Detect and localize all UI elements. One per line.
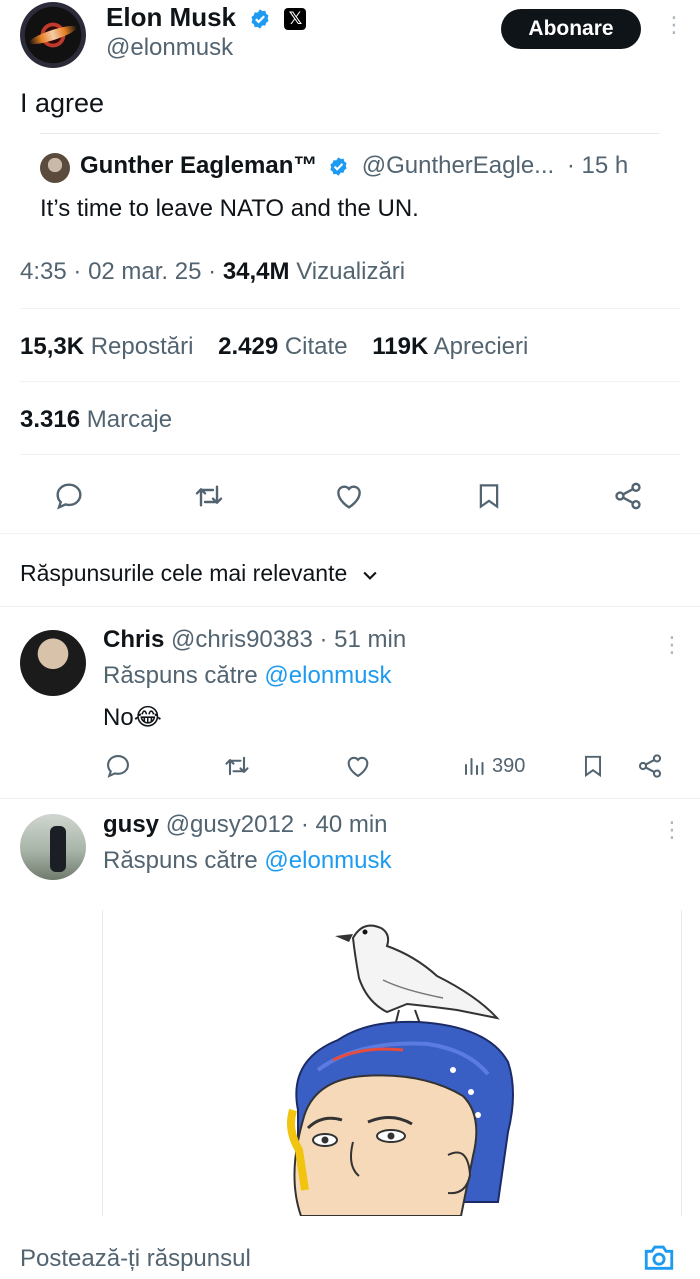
like-icon bbox=[347, 756, 369, 778]
author-handle[interactable]: @elonmusk bbox=[106, 34, 233, 62]
bookmark-button[interactable] bbox=[580, 749, 606, 783]
engagement-stats: 15,3K Repostări 2.429 Citate 119K Apreci… bbox=[20, 333, 528, 361]
reposts-stat[interactable]: 15,3K Repostări bbox=[20, 333, 193, 360]
section-divider bbox=[0, 606, 700, 607]
quote-divider bbox=[40, 133, 660, 134]
reply-to-handle[interactable]: @elonmusk bbox=[264, 662, 391, 689]
replies-sort-label: Răspunsurile cele mai relevante bbox=[20, 560, 348, 586]
bookmark-icon bbox=[584, 755, 602, 778]
like-icon bbox=[337, 485, 361, 509]
reply-header[interactable]: Chris @chris90383 · 51 min bbox=[103, 626, 406, 654]
quote-time: · 15 h bbox=[566, 152, 629, 179]
camera-icon bbox=[644, 1245, 674, 1270]
author-avatar[interactable] bbox=[20, 2, 86, 68]
share-icon bbox=[638, 754, 662, 778]
quote-text[interactable]: It’s time to leave NATO and the UN. bbox=[40, 195, 419, 223]
share-button[interactable] bbox=[636, 749, 664, 783]
reposts-label: Repostări bbox=[90, 333, 194, 360]
reply-to-handle[interactable]: @elonmusk bbox=[264, 847, 391, 874]
divider bbox=[20, 308, 680, 309]
bookmark-button[interactable] bbox=[469, 476, 509, 516]
more-options-icon[interactable]: ⋮ bbox=[661, 634, 683, 656]
illustration-dove-on-head bbox=[287, 924, 514, 1217]
quote-author-avatar[interactable] bbox=[40, 153, 70, 183]
views-label: Vizualizări bbox=[296, 258, 406, 285]
reply-to-prefix: Răspuns către bbox=[103, 662, 258, 689]
reply-media-image[interactable] bbox=[102, 910, 682, 1217]
reply-to-prefix: Răspuns către bbox=[103, 847, 258, 874]
laughing-emoji-icon: 😂 bbox=[133, 704, 162, 731]
quote-author-handle: @GuntherEagle... bbox=[361, 152, 555, 179]
reply-composer-input[interactable]: Postează-ți răspunsul bbox=[20, 1245, 251, 1273]
section-divider bbox=[0, 798, 700, 799]
reply-header[interactable]: gusy @gusy2012 · 40 min bbox=[103, 811, 388, 839]
quote-author-name: Gunther Eagleman™ bbox=[80, 152, 318, 179]
verified-icon bbox=[251, 9, 269, 29]
reply-author-handle: @gusy2012 bbox=[165, 811, 295, 838]
views-count: 390 bbox=[492, 754, 526, 777]
reply-author-name: Chris bbox=[103, 626, 165, 653]
views-count: 34,4M bbox=[222, 258, 290, 285]
reply-author-handle: @chris90383 bbox=[171, 626, 313, 653]
subscribe-button[interactable]: Abonare bbox=[501, 9, 641, 49]
post-date: 02 mar. 25 bbox=[88, 258, 202, 285]
bookmarks-label: Marcaje bbox=[86, 406, 173, 433]
repost-icon bbox=[225, 756, 249, 776]
verified-icon bbox=[330, 157, 347, 176]
dove-icon bbox=[335, 924, 500, 1035]
reply-time: · 40 min bbox=[300, 811, 388, 838]
more-options-icon[interactable]: ⋮ bbox=[663, 14, 685, 36]
share-icon bbox=[615, 482, 641, 510]
author-name[interactable]: Elon Musk bbox=[106, 2, 236, 32]
reply-text-content: No bbox=[103, 704, 134, 731]
like-button[interactable] bbox=[329, 476, 369, 516]
reply-text: No😂 bbox=[103, 703, 162, 732]
section-divider bbox=[0, 533, 700, 534]
post-meta: 4:35 · 02 mar. 25 · 34,4M Vizualizări bbox=[20, 258, 406, 285]
share-button[interactable] bbox=[608, 476, 648, 516]
reply-time: · 51 min bbox=[319, 626, 407, 653]
likes-count: 119K bbox=[372, 333, 429, 360]
repost-button[interactable] bbox=[189, 476, 229, 516]
reply-author-name: gusy bbox=[103, 811, 160, 838]
replies-sort-dropdown[interactable]: Răspunsurile cele mai relevante bbox=[20, 560, 380, 587]
quotes-stat[interactable]: 2.429 Citate bbox=[218, 333, 347, 360]
quotes-label: Citate bbox=[284, 333, 348, 360]
views-button[interactable]: 390 bbox=[462, 749, 525, 783]
author-name-row[interactable]: Elon Musk 𝕏 bbox=[106, 2, 307, 33]
chevron-down-icon bbox=[363, 571, 377, 580]
reply-button[interactable] bbox=[104, 749, 132, 783]
views-chart-icon bbox=[465, 758, 484, 775]
likes-label: Aprecieri bbox=[433, 333, 529, 360]
likes-stat[interactable]: 119K Aprecieri bbox=[372, 333, 528, 360]
reposts-count: 15,3K bbox=[20, 333, 85, 360]
quotes-count: 2.429 bbox=[218, 333, 279, 360]
divider bbox=[20, 454, 680, 455]
bookmarks-stat[interactable]: 3.316 Marcaje bbox=[20, 406, 172, 434]
reply-button[interactable] bbox=[49, 476, 89, 516]
reply-to-line: Răspuns către @elonmusk bbox=[103, 662, 392, 690]
add-photo-button[interactable] bbox=[640, 1240, 678, 1279]
x-affiliate-icon: 𝕏 bbox=[284, 8, 307, 31]
divider bbox=[20, 381, 680, 382]
quote-header[interactable]: Gunther Eagleman™ @GuntherEagle... · 15 … bbox=[80, 152, 628, 180]
reply-icon bbox=[56, 483, 82, 510]
reply-icon bbox=[107, 755, 129, 778]
bookmarks-count: 3.316 bbox=[20, 406, 81, 433]
repost-icon bbox=[195, 485, 223, 507]
more-options-icon[interactable]: ⋮ bbox=[661, 819, 683, 841]
reply-to-line: Răspuns către @elonmusk bbox=[103, 847, 392, 875]
reply-avatar[interactable] bbox=[20, 814, 86, 880]
repost-button[interactable] bbox=[222, 749, 252, 783]
post-time: 4:35 bbox=[20, 258, 67, 285]
bookmark-icon bbox=[479, 484, 499, 509]
reply-avatar[interactable] bbox=[20, 630, 86, 696]
like-button[interactable] bbox=[344, 749, 372, 783]
post-text: I agree bbox=[20, 88, 105, 118]
